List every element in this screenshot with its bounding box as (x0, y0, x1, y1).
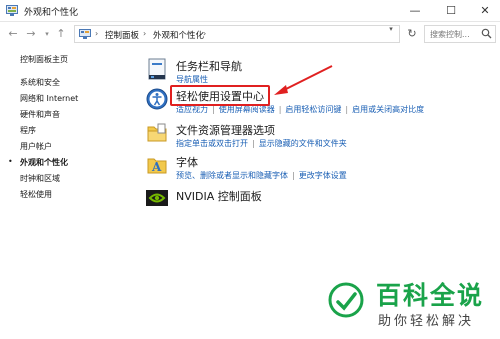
watermark-title: 百科全说 (376, 281, 485, 310)
watermark-subtitle: 助你轻松解决 (378, 314, 475, 329)
watermark-logo-icon (328, 282, 364, 318)
